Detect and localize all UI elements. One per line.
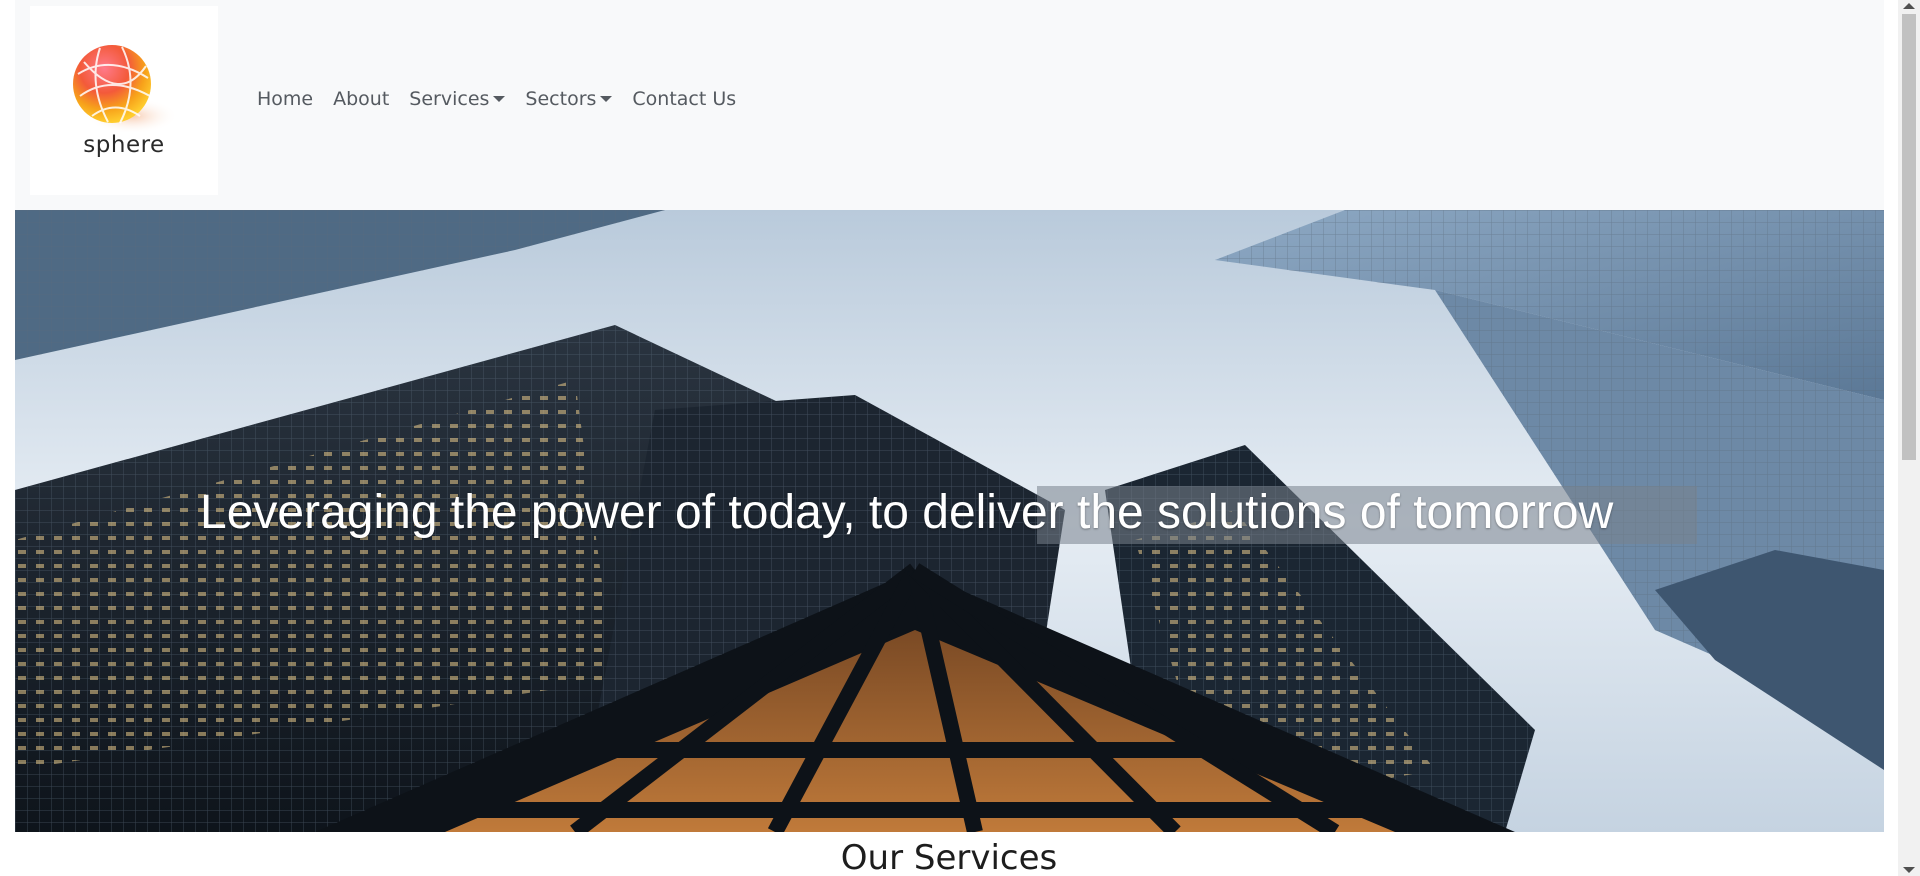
nav-home-label: Home — [257, 88, 314, 110]
nav-services-dropdown[interactable]: Services — [399, 88, 515, 110]
nav-home[interactable]: Home — [247, 88, 323, 110]
nav-contact[interactable]: Contact Us — [622, 88, 746, 110]
sphere-logo-icon — [73, 45, 178, 134]
nav-contact-label: Contact Us — [632, 88, 737, 110]
brand-name: sphere — [83, 132, 165, 158]
navbar: sphere Home About Services Sectors Conta… — [15, 0, 1884, 210]
hero-headline: Leveraging the power of today, to delive… — [200, 486, 1614, 539]
nav-sectors-label: Sectors — [525, 88, 597, 110]
hero-banner: Leveraging the power of today, to delive… — [15, 210, 1884, 832]
nav-about-label: About — [333, 88, 390, 110]
scroll-down-arrow-icon[interactable] — [1903, 867, 1915, 873]
caret-down-icon — [600, 96, 613, 102]
main-nav: Home About Services Sectors Contact Us — [247, 88, 746, 110]
nav-about[interactable]: About — [323, 88, 399, 110]
page: sphere Home About Services Sectors Conta… — [0, 0, 1898, 876]
services-section-title: Our Services — [840, 838, 1058, 876]
caret-down-icon — [493, 96, 506, 102]
page-scrollbar[interactable] — [1898, 0, 1920, 876]
nav-sectors-dropdown[interactable]: Sectors — [515, 88, 622, 110]
nav-services-label: Services — [409, 88, 490, 110]
scroll-up-arrow-icon[interactable] — [1903, 3, 1915, 9]
brand-logo[interactable]: sphere — [30, 6, 218, 195]
scroll-thumb[interactable] — [1902, 14, 1916, 460]
